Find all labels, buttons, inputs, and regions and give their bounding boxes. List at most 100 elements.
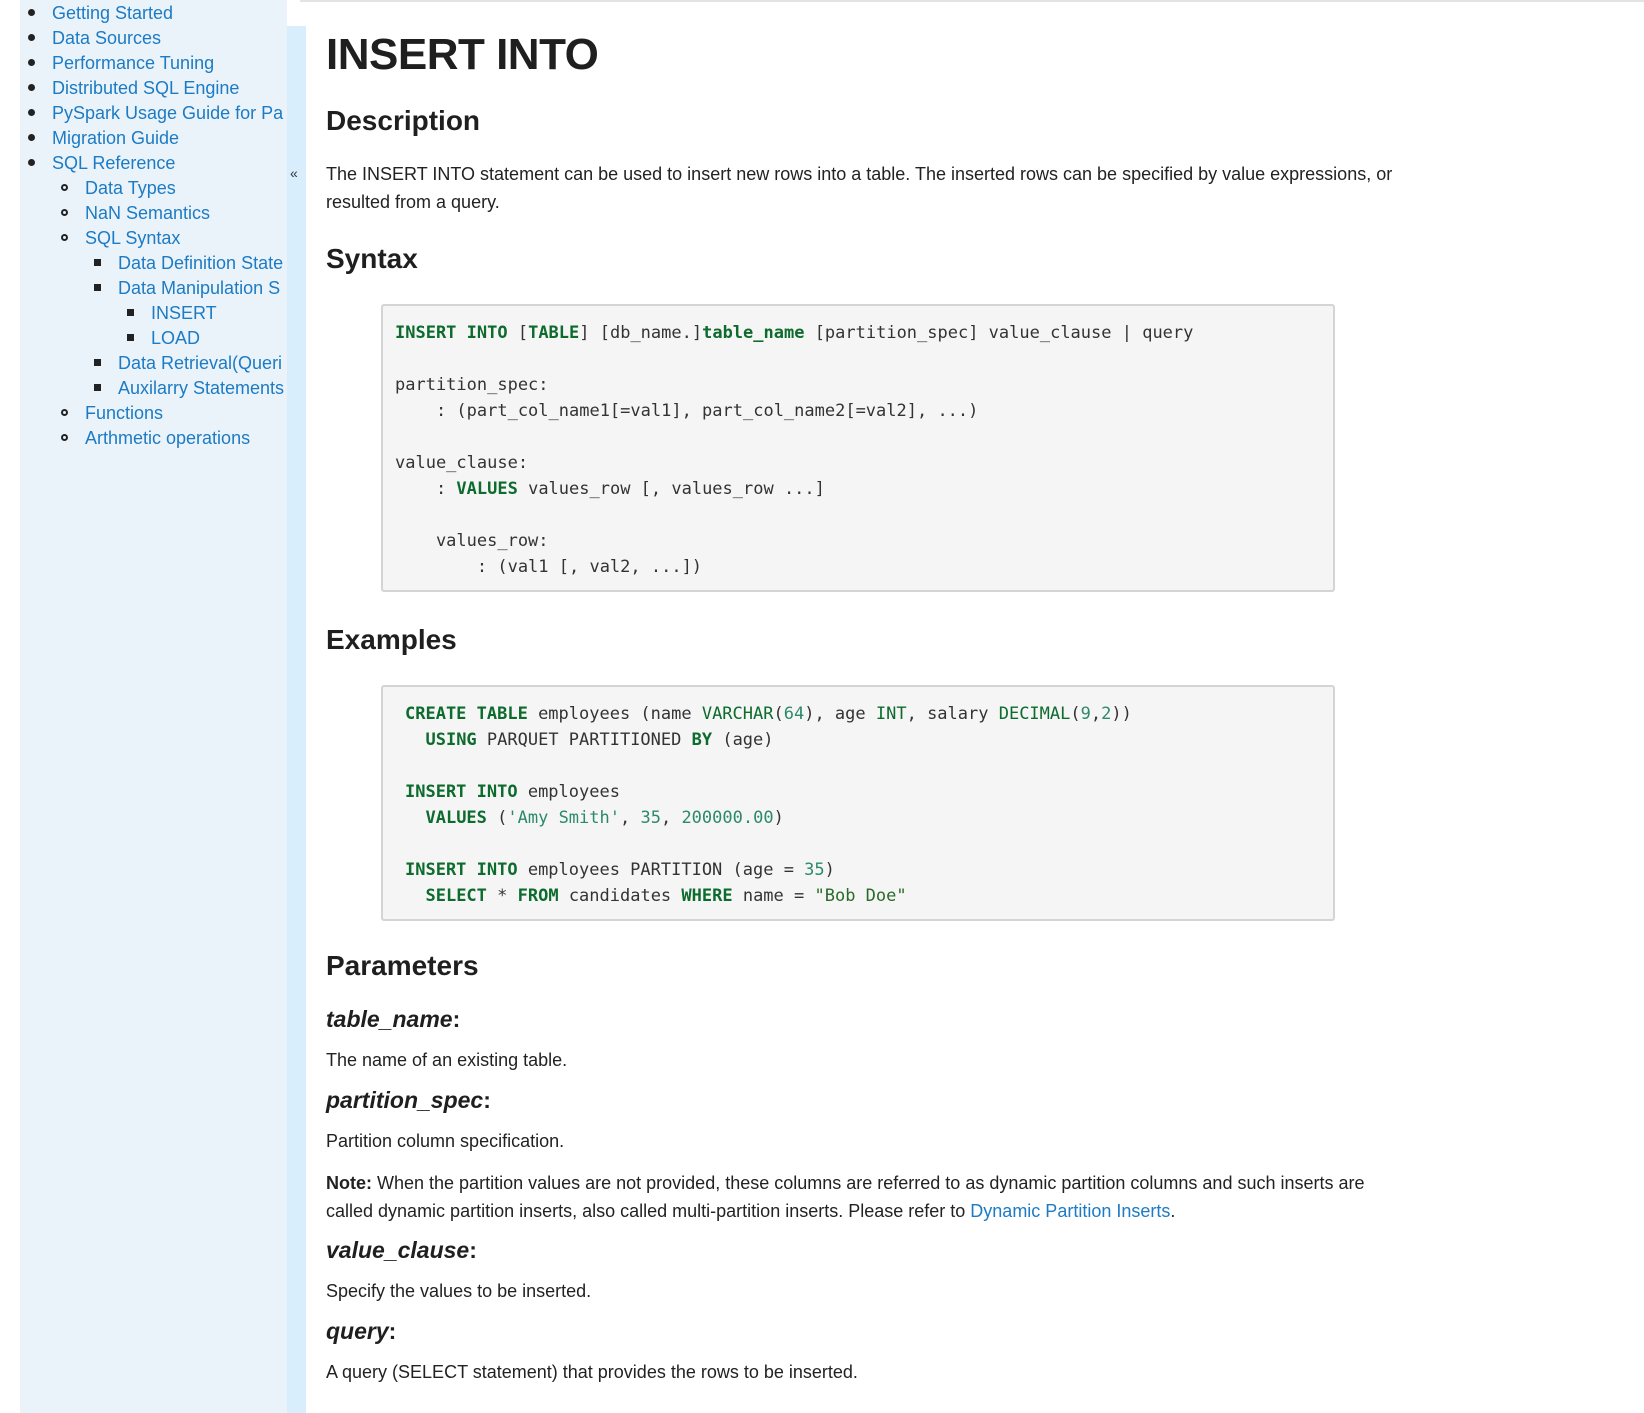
- code-type: DECIMAL: [998, 704, 1071, 724]
- collapse-sidebar-icon[interactable]: «: [290, 165, 298, 181]
- sidebar-item-functions[interactable]: Functions: [61, 400, 163, 426]
- sidebar-link[interactable]: SQL Reference: [52, 153, 175, 173]
- top-border: [300, 0, 1644, 2]
- sidebar-link[interactable]: Data Retrieval(Queri: [118, 353, 282, 373]
- sidebar-link[interactable]: Distributed SQL Engine: [52, 78, 239, 98]
- sidebar-item-performance-tuning[interactable]: Performance Tuning: [28, 50, 214, 76]
- sidebar-item-distributed-sql-engine[interactable]: Distributed SQL Engine: [28, 75, 239, 101]
- bullet-icon: [28, 84, 35, 91]
- sidebar-link[interactable]: INSERT: [151, 303, 217, 323]
- code-text: )): [1111, 704, 1132, 724]
- code-number: 2: [1101, 704, 1112, 724]
- sidebar-item-auxilarry-statements[interactable]: Auxilarry Statements: [94, 375, 284, 401]
- param-colon: :: [388, 1318, 397, 1344]
- sidebar-link[interactable]: PySpark Usage Guide for Pa: [52, 103, 283, 123]
- code-keyword: USING: [425, 730, 477, 750]
- code-text: : (part_col_name1[=val1], part_col_name2…: [395, 401, 979, 421]
- code-text: ,: [619, 808, 641, 828]
- code-text: name =: [732, 886, 815, 906]
- code-text: values_row [, values_row ...]: [517, 479, 825, 499]
- param-name-text: partition_spec: [326, 1087, 484, 1113]
- code-text: ), age: [804, 704, 876, 724]
- sidebar-item-data-definition[interactable]: Data Definition State: [94, 250, 283, 276]
- code-text: [partition_spec] value_clause | query: [804, 323, 1194, 343]
- bullet-icon: [61, 234, 68, 241]
- sidebar-link[interactable]: Getting Started: [52, 3, 173, 23]
- sidebar-collapse-strip[interactable]: [287, 26, 306, 1413]
- param-desc-table-name: The name of an existing table.: [326, 1050, 568, 1070]
- sidebar-item-getting-started[interactable]: Getting Started: [28, 0, 173, 26]
- bullet-icon: [94, 359, 101, 366]
- sidebar-link[interactable]: NaN Semantics: [85, 203, 210, 223]
- param-colon: :: [452, 1006, 461, 1032]
- param-name-text: query: [326, 1318, 389, 1344]
- code-text: ] [db_name.]: [579, 323, 703, 343]
- bullet-icon: [28, 59, 35, 66]
- note-end: .: [1170, 1201, 1176, 1221]
- code-keyword: SELECT: [425, 886, 487, 906]
- code-text: value_clause:: [395, 453, 529, 473]
- code-keyword: INSERT INTO: [395, 323, 508, 343]
- sidebar-link[interactable]: Data Types: [85, 178, 176, 198]
- sidebar-item-data-types[interactable]: Data Types: [61, 175, 176, 201]
- sidebar-link[interactable]: LOAD: [151, 328, 200, 348]
- syntax-code: INSERT INTO [TABLE] [db_name.]table_name…: [395, 320, 1333, 580]
- code-number: 200000.00: [681, 808, 774, 828]
- code-keyword: BY: [691, 730, 713, 750]
- sidebar-nav: Getting Started Data Sources Performance…: [20, 0, 287, 1413]
- sidebar-link[interactable]: SQL Syntax: [85, 228, 180, 248]
- param-colon: :: [483, 1087, 491, 1113]
- code-text: employees (name: [527, 704, 702, 724]
- sidebar-item-data-retrieval[interactable]: Data Retrieval(Queri: [94, 350, 282, 376]
- examples-heading: Examples: [326, 624, 457, 655]
- sidebar-item-migration-guide[interactable]: Migration Guide: [28, 125, 179, 151]
- dynamic-partition-inserts-link[interactable]: Dynamic Partition Inserts: [970, 1201, 1170, 1221]
- sidebar-link[interactable]: Migration Guide: [52, 128, 179, 148]
- code-type: VARCHAR: [701, 704, 774, 724]
- sidebar-link[interactable]: Arthmetic operations: [85, 428, 250, 448]
- bullet-icon: [28, 134, 35, 141]
- bullet-icon: [61, 409, 68, 416]
- sidebar-item-insert[interactable]: INSERT: [127, 300, 217, 326]
- code-text: ,: [660, 808, 682, 828]
- code-type: INT: [875, 704, 907, 724]
- note-label: Note:: [326, 1173, 372, 1193]
- sidebar-item-data-manipulation[interactable]: Data Manipulation S: [94, 275, 280, 301]
- code-keyword: table_name: [702, 323, 805, 343]
- sidebar-item-load[interactable]: LOAD: [127, 325, 200, 351]
- bullet-icon: [28, 159, 35, 166]
- code-number: 35: [640, 808, 661, 828]
- code-number: 35: [804, 860, 825, 880]
- page-title: INSERT INTO: [326, 30, 599, 79]
- code-text: employees PARTITION (age =: [517, 860, 805, 880]
- sidebar-item-arthmetic-operations[interactable]: Arthmetic operations: [61, 425, 250, 451]
- param-name-query: query:: [326, 1318, 396, 1345]
- sidebar-item-pyspark-guide[interactable]: PySpark Usage Guide for Pa: [28, 100, 283, 126]
- sidebar-item-sql-syntax[interactable]: SQL Syntax: [61, 225, 180, 251]
- code-text: partition_spec:: [395, 375, 549, 395]
- bullet-icon: [28, 9, 35, 16]
- bullet-icon: [61, 434, 68, 441]
- param-desc-value-clause: Specify the values to be inserted.: [326, 1281, 592, 1301]
- code-text: : (val1 [, val2, ...]): [395, 557, 703, 577]
- sidebar-link[interactable]: Data Manipulation S: [118, 278, 280, 298]
- sidebar-link[interactable]: Performance Tuning: [52, 53, 214, 73]
- code-text: , salary: [906, 704, 999, 724]
- sidebar-link[interactable]: Auxilarry Statements: [118, 378, 284, 398]
- sidebar-item-data-sources[interactable]: Data Sources: [28, 25, 161, 51]
- bullet-icon: [28, 34, 35, 41]
- sidebar-item-nan-semantics[interactable]: NaN Semantics: [61, 200, 210, 226]
- sidebar-link[interactable]: Data Definition State: [118, 253, 283, 273]
- code-string: 'Amy Smith': [507, 808, 620, 828]
- examples-code-block: CREATE TABLE employees (name VARCHAR(64)…: [381, 685, 1335, 921]
- code-text: ): [824, 860, 835, 880]
- code-text: (: [1070, 704, 1081, 724]
- bullet-icon: [61, 209, 68, 216]
- sidebar-link[interactable]: Functions: [85, 403, 163, 423]
- sidebar-item-sql-reference[interactable]: SQL Reference: [28, 150, 175, 176]
- code-keyword: CREATE TABLE: [405, 704, 528, 724]
- sidebar-link[interactable]: Data Sources: [52, 28, 161, 48]
- code-keyword: INSERT INTO: [405, 782, 518, 802]
